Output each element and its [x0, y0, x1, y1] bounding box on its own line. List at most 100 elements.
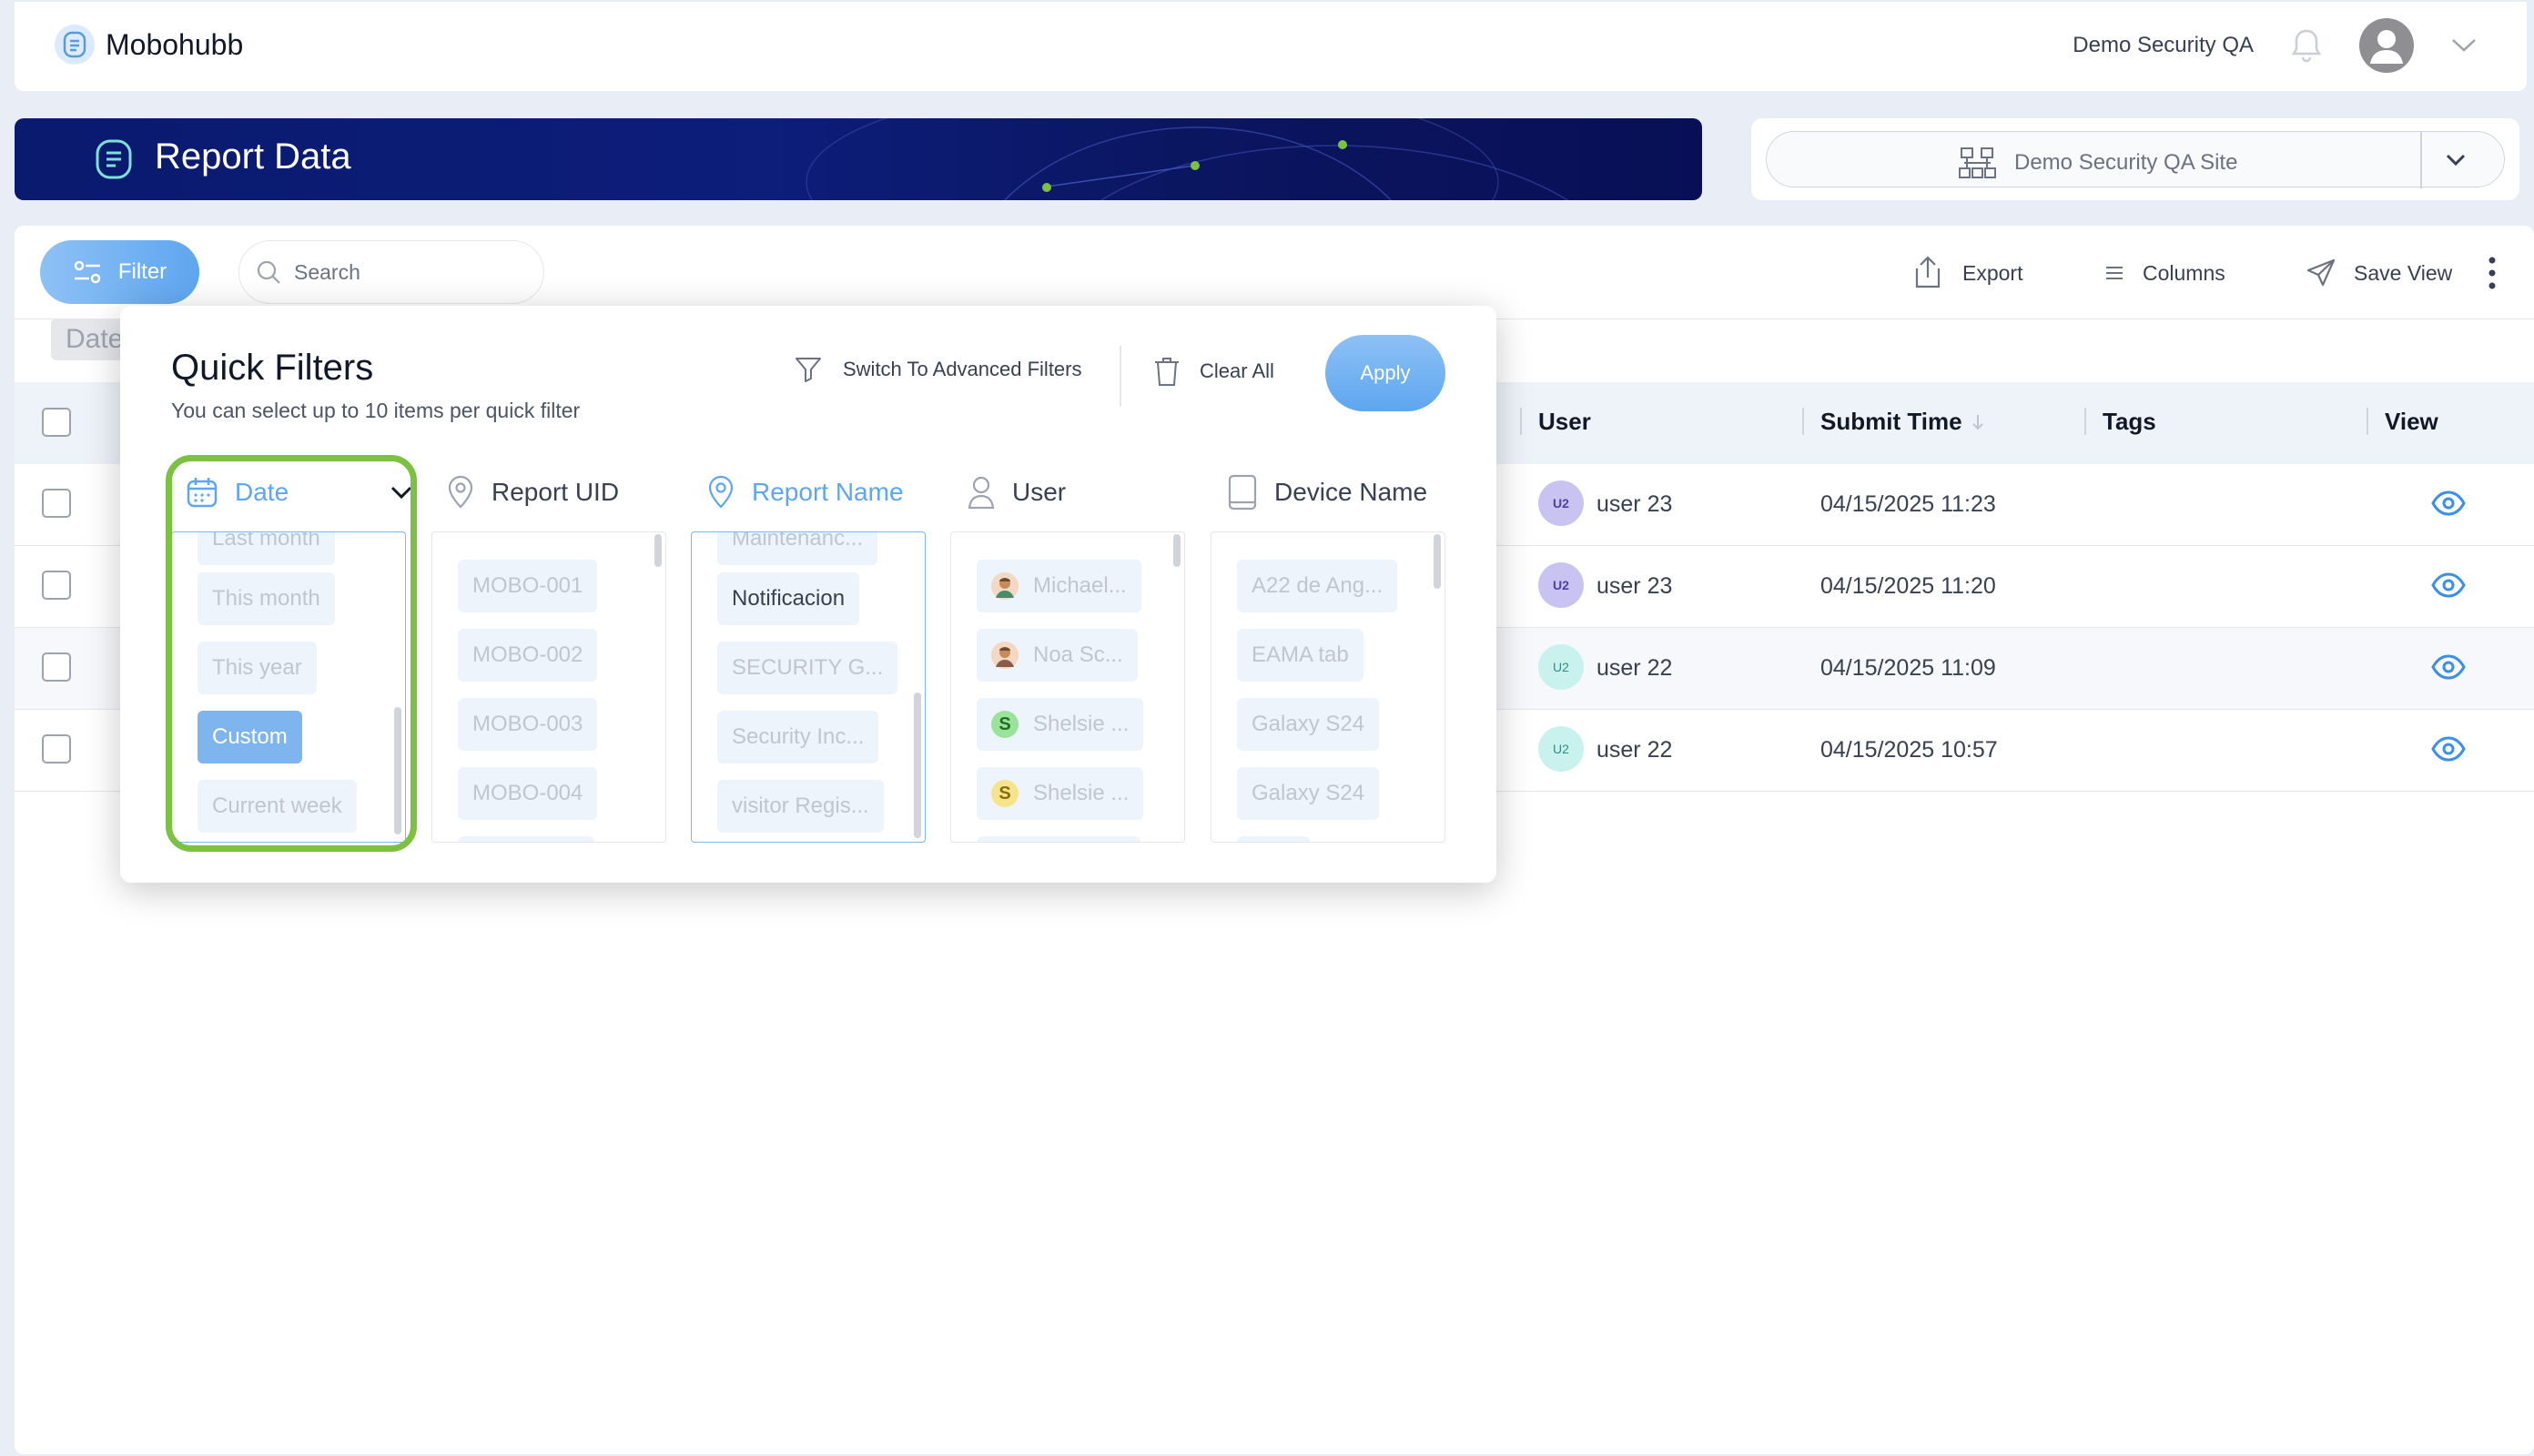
report-name-filter-label: Report Name [752, 478, 904, 506]
row-checkbox[interactable] [42, 652, 71, 682]
report-uid-option-partial[interactable] [458, 836, 594, 842]
apply-button[interactable]: Apply [1325, 335, 1445, 411]
chevron-down-icon[interactable] [2442, 147, 2469, 174]
sites-icon [1958, 147, 1998, 179]
device-name-filter-header[interactable]: Device Name [1227, 468, 1427, 517]
user-filter-list[interactable]: Michael... Noa Sc... S Shelsie ... S She… [950, 531, 1185, 843]
site-select[interactable]: Demo Security QA Site [1766, 131, 2505, 188]
columns-button[interactable]: Columns [2103, 251, 2225, 295]
chevron-down-icon[interactable] [2450, 37, 2478, 54]
site-select-value: Demo Security QA Site [2014, 150, 2238, 175]
location-pin-icon [706, 475, 735, 510]
search-placeholder: Search [294, 259, 360, 284]
divider [2420, 132, 2422, 188]
account-area: Demo Security QA [2073, 16, 2478, 75]
switch-advanced-label: Switch To Advanced Filters [843, 358, 1082, 380]
more-options-icon[interactable] [2485, 255, 2499, 291]
report-uid-filter-header[interactable]: Report UID [446, 468, 619, 517]
eye-icon[interactable] [2430, 653, 2467, 681]
filter-sliders-icon [73, 259, 102, 285]
sort-arrow-down-icon[interactable] [1971, 413, 1984, 431]
row-user: user 22 [1596, 737, 1673, 763]
report-uid-filter-label: Report UID [492, 478, 620, 506]
report-name-option[interactable]: visitor Regis... [717, 780, 884, 833]
user-option-label: Michael... [1033, 573, 1127, 598]
user-option-label: Noa Sc... [1033, 642, 1123, 667]
brand[interactable]: Mobohubb [55, 20, 243, 69]
eye-icon[interactable] [2430, 735, 2467, 763]
user-photo-avatar [991, 642, 1019, 669]
report-uid-filter-list[interactable]: MOBO-001 MOBO-002 MOBO-003 MOBO-004 [431, 531, 666, 843]
save-view-label: Save View [2354, 260, 2453, 285]
user-avatar-badge: U2 [1538, 562, 1584, 608]
user-option[interactable]: Noa Sc... [977, 629, 1138, 682]
current-user-name: Demo Security QA [2073, 33, 2254, 57]
report-name-filter-header[interactable]: Report Name [706, 468, 904, 517]
clear-all-button[interactable]: Clear All [1152, 355, 1274, 388]
device-option[interactable]: Galaxy S24 [1237, 698, 1380, 751]
columns-label: Columns [2143, 260, 2225, 285]
switch-advanced-filters-button[interactable]: Switch To Advanced Filters [794, 355, 1082, 384]
user-avatar-badge: U2 [1538, 726, 1584, 772]
row-user: user 23 [1596, 491, 1673, 517]
select-all-checkbox[interactable] [42, 408, 71, 437]
report-uid-option[interactable]: MOBO-001 [458, 560, 598, 612]
report-uid-option[interactable]: MOBO-003 [458, 698, 598, 751]
user-option-partial[interactable] [977, 836, 1140, 842]
report-uid-option[interactable]: MOBO-004 [458, 767, 598, 820]
device-name-filter-list[interactable]: A22 de Ang... EAMA tab Galaxy S24 Galaxy… [1211, 531, 1445, 843]
app-name: Mobohubb [106, 27, 244, 61]
export-button[interactable]: Export [1910, 251, 2022, 295]
user-option-label: Shelsie ... [1033, 781, 1130, 805]
scrollbar[interactable] [1173, 534, 1181, 567]
column-header-view[interactable]: View [2385, 408, 2438, 436]
device-option[interactable]: Galaxy S24 [1237, 767, 1380, 820]
report-name-option[interactable]: Security Inc... [717, 711, 879, 763]
row-checkbox[interactable] [42, 571, 71, 600]
export-label: Export [1962, 260, 2023, 285]
device-option[interactable]: A22 de Ang... [1237, 560, 1398, 612]
report-icon [93, 138, 135, 180]
scrollbar[interactable] [1434, 534, 1441, 589]
report-name-option[interactable]: Notificacion [717, 572, 860, 625]
divider [1120, 346, 1121, 406]
user-option[interactable]: Michael... [977, 560, 1141, 612]
scrollbar[interactable] [914, 693, 921, 838]
report-name-option[interactable]: Maintenanc... [717, 532, 878, 565]
row-user: user 22 [1596, 655, 1673, 681]
user-photo-avatar [991, 572, 1019, 600]
column-header-submit-time[interactable]: Submit Time [1820, 408, 1984, 436]
location-pin-icon [446, 475, 475, 510]
row-submit-time: 04/15/2025 11:20 [1820, 573, 1996, 599]
user-option[interactable]: S Shelsie ... [977, 698, 1144, 751]
eye-icon[interactable] [2430, 490, 2467, 517]
user-filter-header[interactable]: User [967, 468, 1066, 517]
device-option-partial[interactable] [1237, 836, 1310, 842]
column-header-user[interactable]: User [1538, 408, 1591, 436]
row-submit-time: 04/15/2025 10:57 [1820, 737, 1998, 763]
save-view-button[interactable]: Save View [2305, 251, 2452, 295]
report-name-option[interactable]: SECURITY G... [717, 642, 898, 694]
page-banner: Report Data [15, 118, 1702, 200]
column-header-tags[interactable]: Tags [2103, 408, 2156, 436]
search-input[interactable]: Search [238, 240, 544, 304]
user-option[interactable]: S Shelsie ... [977, 767, 1144, 820]
row-submit-time: 04/15/2025 11:09 [1820, 655, 1996, 681]
site-select-card: Demo Security QA Site [1751, 118, 2519, 200]
report-name-filter-list[interactable]: Maintenanc... Notificacion SECURITY G...… [691, 531, 926, 843]
user-avatar-badge: U2 [1538, 480, 1584, 526]
eye-icon[interactable] [2430, 571, 2467, 599]
scrollbar[interactable] [654, 534, 662, 567]
filter-button[interactable]: Filter [40, 240, 199, 304]
row-checkbox[interactable] [42, 734, 71, 763]
bell-icon[interactable] [2290, 27, 2323, 64]
device-option[interactable]: EAMA tab [1237, 629, 1363, 682]
user-filter-label: User [1012, 478, 1067, 506]
app-logo-icon [55, 25, 95, 65]
report-uid-option[interactable]: MOBO-002 [458, 629, 598, 682]
active-filter-chip[interactable]: Date [51, 318, 124, 360]
search-icon [256, 259, 281, 285]
device-name-filter-label: Device Name [1274, 478, 1428, 506]
row-checkbox[interactable] [42, 489, 71, 518]
user-avatar[interactable] [2359, 18, 2414, 73]
